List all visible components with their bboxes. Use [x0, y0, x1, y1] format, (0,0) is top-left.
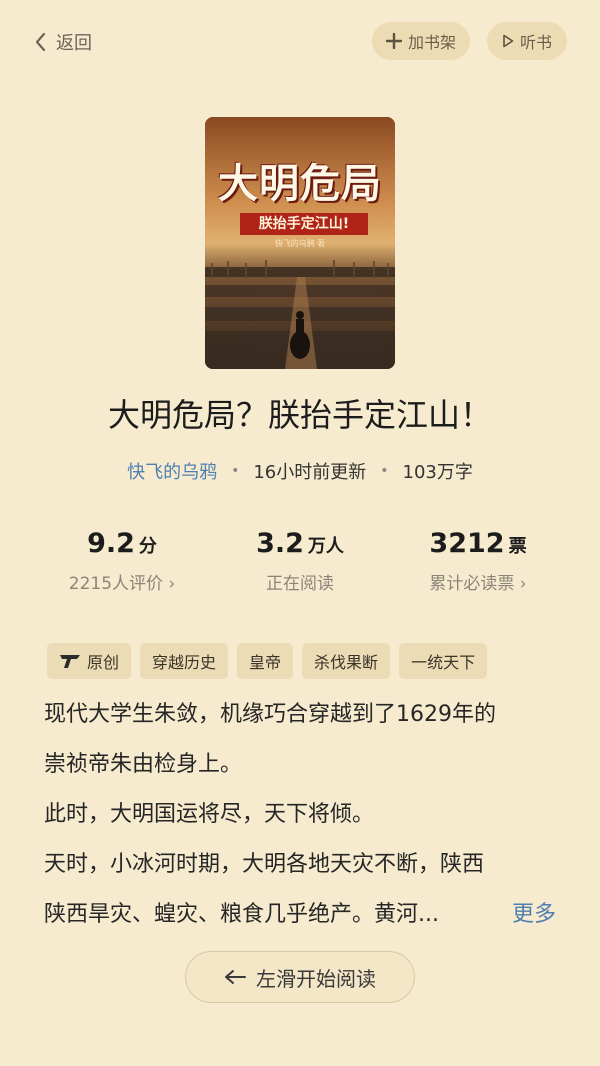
chevron-left-icon: [35, 32, 46, 52]
book-description: 现代大学生朱敛，机缘巧合穿越到了1629年的 崇祯帝朱由检身上。 此时，大明国运…: [44, 690, 564, 940]
cover-author: 快飞的乌鸦 著: [274, 239, 326, 248]
readers-stat: 3.2 万人 正在阅读: [200, 528, 400, 594]
votes-value: 3212: [429, 528, 505, 559]
add-to-shelf-button[interactable]: 加书架: [372, 22, 470, 60]
start-reading-label: 左滑开始阅读: [256, 966, 376, 991]
top-bar: 返回 加书架 听书: [0, 22, 600, 62]
book-cover[interactable]: 大明危局 朕抬手定江山! 快飞的乌鸦 著: [205, 117, 395, 369]
rating-value: 9.2: [87, 528, 135, 559]
book-title: 大明危局？朕抬手定江山！: [107, 396, 492, 434]
separator-dot: •: [231, 463, 240, 479]
readers-value: 3.2: [256, 528, 304, 559]
cover-subtitle: 朕抬手定江山!: [240, 213, 368, 235]
more-button[interactable]: 更多: [512, 890, 556, 940]
word-count: 103万字: [402, 462, 473, 483]
votes-unit: 票: [508, 536, 527, 557]
update-time: 16小时前更新: [253, 462, 367, 483]
readers-unit: 万人: [307, 536, 344, 557]
back-label: 返回: [56, 33, 92, 54]
rating-count-link[interactable]: 2215人评价 ›: [22, 569, 222, 594]
arrow-left-icon: [225, 970, 246, 984]
votes-link[interactable]: 累计必读票 ›: [378, 569, 578, 594]
description-line: 天时，小冰河时期，大明各地天灾不断，陕西: [44, 852, 485, 877]
cover-title: 大明危局: [218, 161, 382, 207]
tag-item[interactable]: 杀伐果断: [302, 643, 391, 679]
book-meta: 快飞的乌鸦 • 16小时前更新 • 103万字: [0, 458, 600, 484]
rating-stat[interactable]: 9.2 分 2215人评价 ›: [22, 528, 222, 594]
description-line: 此时，大明国运将尽，天下将倾。: [44, 802, 375, 827]
rating-unit: 分: [138, 536, 157, 557]
add-to-shelf-label: 加书架: [407, 33, 456, 52]
readers-label: 正在阅读: [266, 574, 334, 594]
author-link[interactable]: 快飞的乌鸦: [127, 458, 217, 484]
tag-label: 原创: [87, 653, 120, 672]
separator-dot: •: [380, 463, 389, 479]
description-line: 陕西旱灾、蝗灾、粮食几乎绝产。黄河...: [44, 902, 439, 927]
plus-icon: [385, 33, 402, 49]
listen-label: 听书: [519, 33, 552, 52]
play-icon: [503, 34, 514, 48]
tag-list: 原创 穿越历史 皇帝 杀伐果断 一统天下: [47, 643, 488, 679]
description-line: 崇祯帝朱由检身上。: [44, 752, 243, 777]
start-reading-button[interactable]: 左滑开始阅读: [185, 951, 415, 1003]
original-icon: [60, 655, 80, 668]
tag-item[interactable]: 皇帝: [237, 643, 294, 679]
description-line: 现代大学生朱敛，机缘巧合穿越到了1629年的: [44, 702, 496, 727]
votes-stat[interactable]: 3212 票 累计必读票 ›: [378, 528, 578, 594]
tag-original[interactable]: 原创: [47, 643, 132, 679]
listen-button[interactable]: 听书: [487, 22, 567, 60]
tag-item[interactable]: 穿越历史: [140, 643, 229, 679]
back-button[interactable]: 返回: [34, 22, 92, 62]
tag-item[interactable]: 一统天下: [399, 643, 488, 679]
